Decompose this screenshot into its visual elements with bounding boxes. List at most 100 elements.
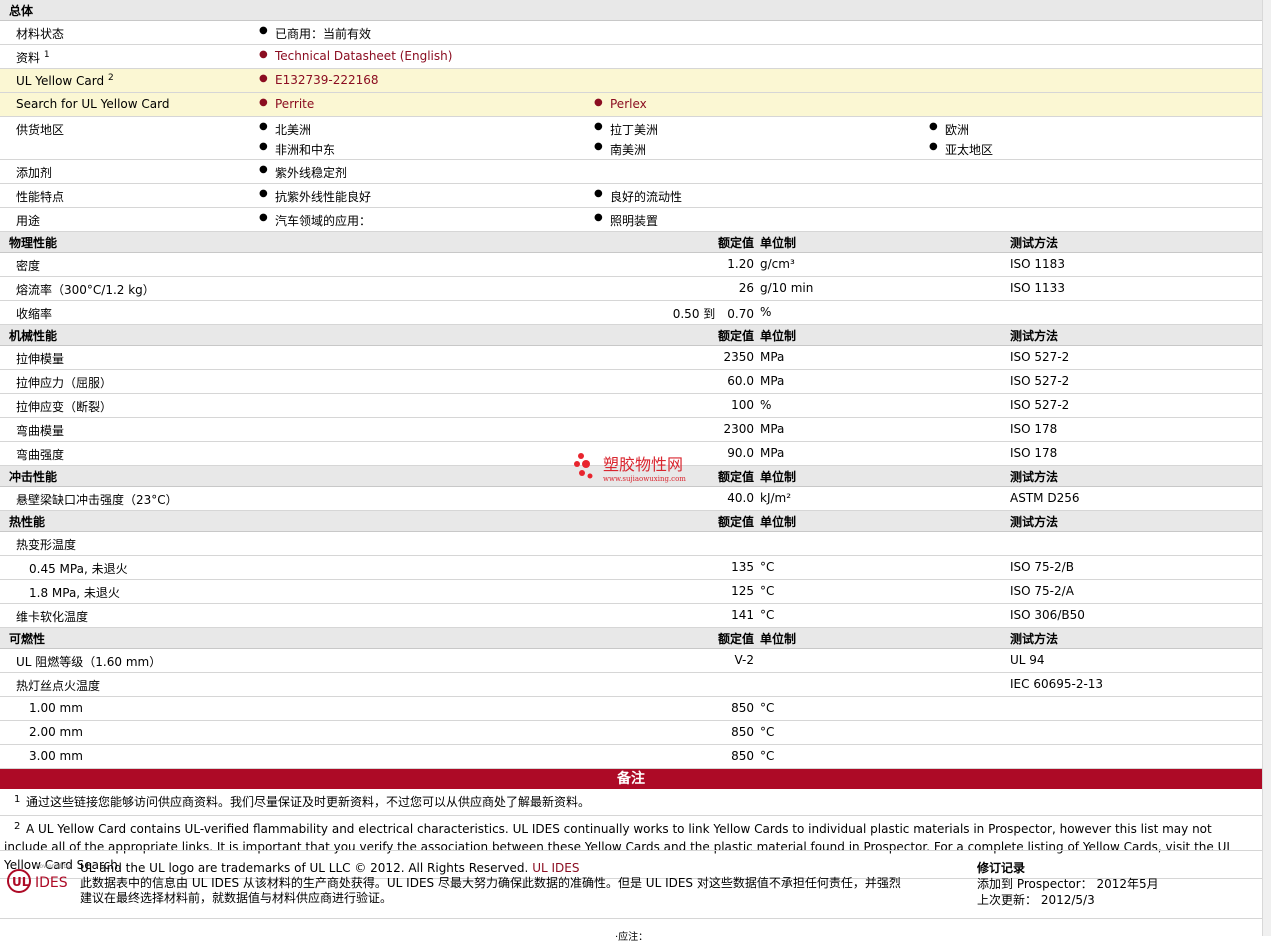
label-text: 用途	[16, 214, 41, 228]
property-label: 弯曲模量	[16, 424, 65, 438]
ul-ides-logo[interactable]: Powered by UL IDES	[6, 861, 74, 897]
property-value: 850	[731, 725, 754, 739]
property-unit: °C	[760, 608, 775, 622]
property-unit: MPa	[760, 374, 785, 388]
property-label: 热灯丝点火温度	[16, 679, 101, 693]
property-value: 125	[731, 584, 754, 598]
section-title: 热性能	[9, 515, 46, 529]
property-label: 维卡软化温度	[16, 610, 89, 624]
note-text: 通过这些链接您能够访问供应商资料。我们尽量保证及时更新资料，不过您可以从供应商处…	[26, 795, 591, 809]
label-text: UL Yellow Card	[16, 74, 105, 88]
col-header-value: 额定值	[717, 632, 754, 646]
general-row-label: 供货地区	[16, 121, 64, 138]
logo-ides-text: IDES	[35, 875, 68, 891]
label-text: 供货地区	[16, 123, 65, 137]
property-value: 40.0	[727, 491, 754, 505]
property-label: 弯曲强度	[16, 448, 65, 462]
col-header-method: 测试方法	[1010, 329, 1059, 343]
property-value: 2350	[723, 350, 754, 364]
property-value: 141	[731, 608, 754, 622]
property-method: ISO 75-2/A	[1010, 584, 1074, 598]
property-method: ISO 306/B50	[1010, 608, 1085, 622]
property-label: 收缩率	[16, 307, 53, 321]
property-unit: MPa	[760, 350, 785, 364]
footer-text: UL and the UL logo are trademarks of UL …	[80, 861, 901, 906]
col-header-value: 额定值	[717, 329, 754, 343]
property-label: 拉伸应变（断裂）	[16, 400, 113, 414]
bullet-item: 已商用：当前有效	[259, 25, 371, 42]
property-row: 拉伸应变（断裂） 100% ISO 527-2	[0, 394, 1262, 418]
property-method: ISO 527-2	[1010, 374, 1070, 388]
property-row: 拉伸应力（屈服） 60.0 MPa ISO 527-2	[0, 370, 1262, 394]
property-row: 熔流率（300°C/1.2 kg） 26 g/10 min ISO 1133	[0, 277, 1262, 301]
revision-added: 添加到 Prospector： 2012年5月	[977, 877, 1159, 891]
vertical-scrollbar[interactable]	[1262, 0, 1271, 936]
col-header-value: 额定值	[717, 515, 754, 529]
property-row: 维卡软化温度 141 °C ISO 306/B50	[0, 604, 1262, 628]
section-title: 可燃性	[9, 632, 46, 646]
note-number: 1	[14, 794, 21, 805]
general-row: 资料 1 Technical Datasheet (English)	[0, 45, 1262, 69]
general-row-label: 材料状态	[16, 25, 64, 42]
col-header-method: 测试方法	[1010, 470, 1059, 484]
property-value: V-2	[734, 653, 754, 667]
property-label: 3.00 mm	[29, 749, 83, 763]
property-method: ISO 1133	[1010, 281, 1065, 295]
footnote-ref: 2	[107, 73, 114, 83]
bullet-item: 非洲和中东	[259, 141, 335, 158]
label-text: Search for UL Yellow Card	[16, 97, 170, 111]
property-row: 热变形温度	[0, 532, 1262, 556]
property-label: 1.00 mm	[29, 701, 83, 715]
property-unit: %	[760, 398, 772, 412]
property-unit: °C	[760, 560, 775, 574]
property-unit: °C	[760, 701, 775, 715]
property-row: 收缩率 0.50 到 0.70%	[0, 301, 1262, 325]
property-method: ASTM D256	[1010, 491, 1080, 505]
property-label: 拉伸模量	[16, 352, 65, 366]
section-header: 物理性能 额定值 单位制 测试方法	[0, 232, 1262, 253]
label-text: 资料	[16, 51, 41, 65]
property-value: 1.20	[727, 257, 754, 271]
general-row-label: UL Yellow Card 2	[16, 73, 114, 88]
general-row-label: 性能特点	[16, 188, 64, 205]
property-label: 熔流率（300°C/1.2 kg）	[16, 283, 155, 297]
bullet-link[interactable]: Technical Datasheet (English)	[259, 49, 452, 63]
general-row: 性能特点 抗紫外线性能良好 良好的流动性	[0, 184, 1262, 208]
bullet-link[interactable]: E132739-222168	[259, 73, 379, 87]
property-method: ISO 1183	[1010, 257, 1065, 271]
col-header-unit: 单位制	[760, 632, 797, 646]
section-header: 可燃性 额定值 单位制 测试方法	[0, 628, 1262, 649]
general-row: 材料状态 已商用：当前有效	[0, 21, 1262, 45]
bullet-item: 拉丁美洲	[594, 121, 658, 138]
property-label: 拉伸应力（屈服）	[16, 376, 113, 390]
property-unit: g/cm³	[760, 257, 795, 271]
general-row-label: 用途	[16, 212, 40, 229]
trademark-text: UL and the UL logo are trademarks of UL …	[80, 861, 529, 875]
bullet-link[interactable]: Perlex	[594, 97, 647, 111]
bullet-item: 抗紫外线性能良好	[259, 188, 371, 205]
property-value: 100	[731, 398, 754, 412]
property-method: ISO 527-2	[1010, 350, 1070, 364]
watermark-name: 塑胶物性网	[603, 455, 683, 474]
bullet-item: 紫外线稳定剂	[259, 164, 347, 181]
property-unit: °C	[760, 749, 775, 763]
col-header-value: 额定值	[717, 236, 754, 250]
col-header-method: 测试方法	[1010, 515, 1059, 529]
general-row: Search for UL Yellow Card Perrite Perlex	[0, 93, 1262, 117]
property-method: ISO 178	[1010, 446, 1058, 460]
col-header-unit: 单位制	[760, 515, 797, 529]
property-label: 2.00 mm	[29, 725, 83, 739]
property-unit: MPa	[760, 422, 785, 436]
property-value: 26	[738, 281, 754, 295]
general-row: 供货地区 北美洲 拉丁美洲 欧洲非洲和中东 南美洲 亚太地区	[0, 117, 1262, 160]
section-title: 物理性能	[9, 236, 58, 250]
property-value: 60.0	[727, 374, 754, 388]
section-header-general: 总体	[0, 0, 1262, 21]
property-unit: %	[760, 305, 772, 319]
property-method: IEC 60695-2-13	[1010, 677, 1104, 691]
ul-ides-link[interactable]: UL IDES	[532, 861, 579, 875]
general-row-label: 添加剂	[16, 164, 52, 181]
bullet-link[interactable]: Perrite	[259, 97, 314, 111]
property-row: 2.00 mm 850 °C	[0, 721, 1262, 745]
section-title: 总体	[9, 4, 34, 18]
